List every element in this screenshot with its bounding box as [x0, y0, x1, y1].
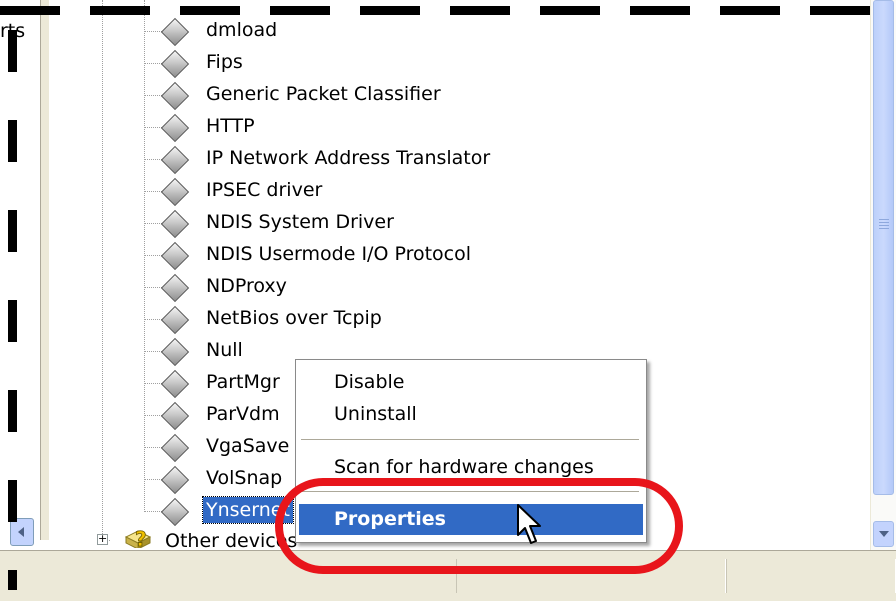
tree-item-label[interactable]: HTTP — [203, 113, 258, 139]
tree-item[interactable]: IPSEC driver — [50, 176, 550, 207]
tree-item-label[interactable]: ParVdm — [203, 401, 283, 427]
device-diamond-icon — [160, 81, 190, 111]
tree-item[interactable]: NetBios over Tcpip — [50, 304, 550, 335]
tree-item[interactable]: NDProxy — [50, 272, 550, 303]
tree-item[interactable]: NDIS System Driver — [50, 208, 550, 239]
tree-item-label[interactable]: dmload — [203, 17, 280, 43]
device-diamond-icon — [160, 273, 190, 303]
pane-splitter[interactable] — [40, 0, 50, 540]
device-diamond-icon — [160, 465, 190, 495]
device-diamond-icon — [160, 433, 190, 463]
device-diamond-icon — [160, 369, 190, 399]
tree-item-label[interactable]: Fips — [203, 49, 246, 75]
scroll-down-button[interactable] — [873, 521, 894, 547]
device-diamond-icon — [160, 401, 190, 431]
tree-item-label[interactable]: VgaSave — [203, 433, 292, 459]
device-diamond-icon — [160, 17, 190, 47]
tree-item-label[interactable]: NDProxy — [203, 273, 290, 299]
device-diamond-icon — [160, 497, 190, 527]
tree-item-label[interactable]: NetBios over Tcpip — [203, 305, 385, 331]
expand-toggle-icon[interactable]: + — [97, 533, 108, 545]
device-diamond-icon — [160, 337, 190, 367]
menu-separator — [301, 439, 639, 441]
tree-item[interactable]: HTTP — [50, 112, 550, 143]
device-diamond-icon — [160, 241, 190, 271]
device-diamond-icon — [160, 145, 190, 175]
tree-item-label[interactable]: Generic Packet Classifier — [203, 81, 444, 107]
device-diamond-icon — [160, 177, 190, 207]
status-bar-segment — [726, 559, 896, 593]
menu-item-disable[interactable]: Disable — [299, 367, 643, 398]
device-diamond-icon — [160, 209, 190, 239]
tree-item-label[interactable]: IPSEC driver — [203, 177, 325, 203]
device-diamond-icon — [160, 49, 190, 79]
tree-item[interactable]: Generic Packet Classifier — [50, 80, 550, 111]
tree-item-label[interactable]: NDIS Usermode I/O Protocol — [203, 241, 474, 267]
left-tree-pane: rts — [0, 0, 40, 546]
scrollbar-grip-icon — [879, 219, 889, 229]
red-highlight-circle — [275, 478, 683, 574]
tree-item[interactable]: IP Network Address Translator — [50, 144, 550, 175]
question-mark-device-icon: ? — [124, 527, 152, 548]
menu-item-uninstall[interactable]: Uninstall — [299, 399, 643, 430]
device-diamond-icon — [160, 113, 190, 143]
device-diamond-icon — [160, 305, 190, 335]
tree-item-label[interactable]: Null — [203, 337, 246, 363]
tree-item[interactable]: dmload — [50, 16, 550, 47]
tree-item[interactable]: NDIS Usermode I/O Protocol — [50, 240, 550, 271]
tree-item-label[interactable]: PartMgr — [203, 369, 283, 395]
tree-item-label[interactable]: VolSnap — [203, 465, 285, 491]
tree-item-label[interactable]: IP Network Address Translator — [203, 145, 493, 171]
dashed-border-left — [8, 30, 17, 590]
vertical-scrollbar[interactable] — [870, 0, 896, 550]
scrollbar-thumb[interactable] — [873, 0, 894, 495]
svg-text:?: ? — [135, 527, 147, 548]
tree-item[interactable]: Fips — [50, 48, 550, 79]
dashed-border-top — [0, 6, 896, 15]
tree-item-label[interactable]: NDIS System Driver — [203, 209, 397, 235]
